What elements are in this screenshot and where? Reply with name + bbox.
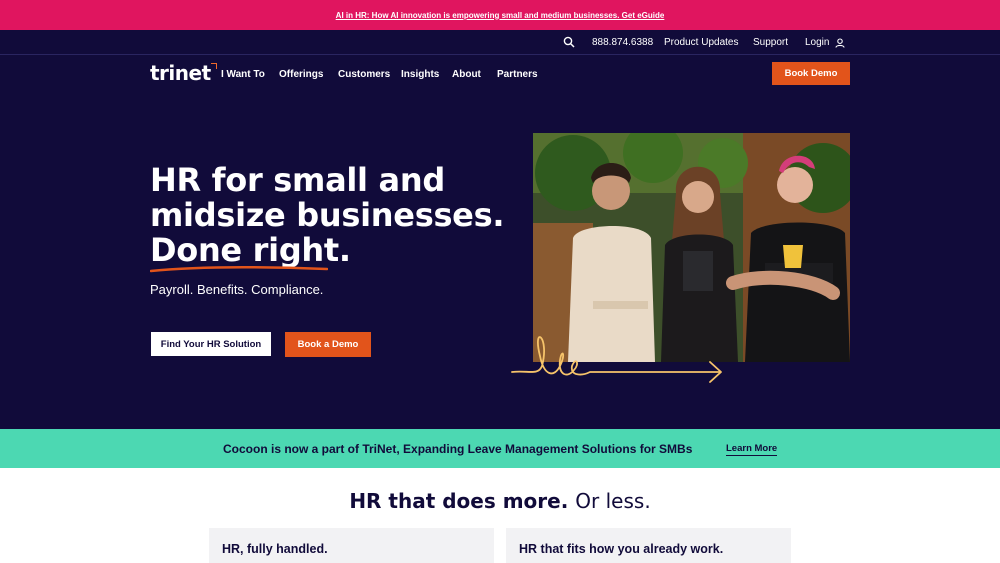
nav-item-offerings[interactable]: Offerings	[279, 69, 323, 80]
hero-section: HR for small and midsize businesses. Don…	[0, 93, 1000, 429]
book-a-demo-button[interactable]: Book a Demo	[285, 332, 371, 357]
promo-link[interactable]: AI in HR: How AI innovation is empowerin…	[336, 11, 665, 20]
hero-line-1: HR for small and	[150, 161, 445, 199]
trinet-logo[interactable]: trinet	[150, 61, 217, 85]
nav-item-insights[interactable]: Insights	[401, 69, 439, 80]
feature-card-title: HR that fits how you already work.	[519, 542, 724, 556]
nav-item-partners[interactable]: Partners	[497, 69, 538, 80]
section-title-bold: HR that does more.	[349, 489, 569, 513]
logo-text: trinet	[150, 61, 211, 85]
hero-line-3-text: Done right.	[150, 231, 351, 269]
book-demo-button[interactable]: Book Demo	[772, 62, 850, 85]
phone-link[interactable]: 888.874.6388	[592, 37, 653, 48]
announcement-bar: Cocoon is now a part of TriNet, Expandin…	[0, 429, 1000, 468]
main-nav: trinet I Want To Offerings Customers Ins…	[0, 55, 1000, 93]
find-hr-solution-button[interactable]: Find Your HR Solution	[151, 332, 271, 356]
feature-card-fits-how-you-work[interactable]: HR that fits how you already work.	[506, 528, 791, 563]
user-icon	[835, 37, 846, 48]
search-icon[interactable]	[563, 36, 575, 48]
feature-card-fully-handled[interactable]: HR, fully handled.	[209, 528, 494, 563]
nav-item-customers[interactable]: Customers	[338, 69, 390, 80]
product-updates-link[interactable]: Product Updates	[664, 37, 739, 48]
section-title: HR that does more. Or less.	[0, 489, 1000, 513]
announcement-message: Cocoon is now a part of TriNet, Expandin…	[223, 442, 693, 456]
hero-line-2: midsize businesses.	[150, 196, 505, 234]
utility-bar: 888.874.6388 Product Updates Support Log…	[0, 30, 1000, 55]
hero-subtitle: Payroll. Benefits. Compliance.	[150, 282, 324, 297]
hero-underline-swoosh	[150, 266, 328, 273]
logo-mark	[210, 63, 217, 69]
login-label: Login	[805, 37, 830, 48]
nav-item-about[interactable]: About	[452, 69, 481, 80]
nav-item-i-want-to[interactable]: I Want To	[221, 69, 265, 80]
decorative-arrow-scribble	[511, 336, 722, 383]
section-title-light: Or less.	[575, 489, 651, 513]
support-link[interactable]: Support	[753, 37, 788, 48]
hero-heading: HR for small and midsize businesses. Don…	[150, 161, 510, 273]
login-link[interactable]: Login	[805, 37, 846, 48]
learn-more-link[interactable]: Learn More	[726, 443, 778, 456]
hero-line-3: Done right.	[150, 231, 351, 273]
promo-banner: AI in HR: How AI innovation is empowerin…	[0, 0, 1000, 30]
feature-card-title: HR, fully handled.	[222, 542, 328, 556]
